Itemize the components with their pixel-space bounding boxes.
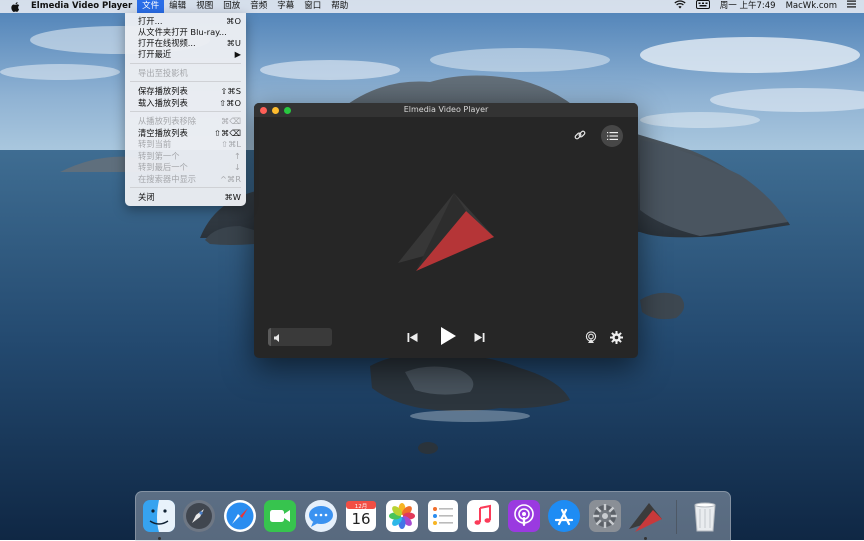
app-menu[interactable]: Elmedia Video Player [26,0,137,13]
wifi-icon[interactable] [669,0,691,13]
menu-3[interactable]: 回放 [218,0,245,13]
menu-item-label: 导出至投影机 [138,68,188,78]
menu-item-shortcut: ⌘U [226,38,241,48]
file-menu-item[interactable]: 打开... ⌘O [125,16,246,27]
menu-item-shortcut: ⇧⌘S [220,86,241,96]
calendar-month: 12月 [354,504,368,510]
file-menu-item: 转到第一个 ↑ [125,151,246,162]
system-preferences-icon[interactable] [588,499,622,533]
keyboard-input-icon[interactable] [691,0,715,13]
menu-item-shortcut: ▶ [234,49,241,59]
next-icon[interactable] [471,329,487,345]
dock: 12月 16 [135,491,731,541]
menu-item-shortcut: ↓ [234,162,241,172]
file-menu-item[interactable]: 关闭 ⌘W [125,192,246,203]
menu-1[interactable]: 编辑 [164,0,191,13]
menu-separator [130,81,241,82]
menu-7[interactable]: 帮助 [326,0,353,13]
elmedia-logo [394,189,494,271]
menu-item-label: 转到第一个 [138,151,180,161]
menu-item-shortcut: ⌘O [226,16,241,26]
finder-icon[interactable] [142,499,176,533]
menu-item-label: 载入播放列表 [138,98,188,108]
menu-0[interactable]: 文件 [137,0,165,13]
menu-item-label: 关闭 [138,192,155,202]
menu-item-label: 打开... [138,16,163,26]
player-window: Elmedia Video Player [254,103,638,358]
menu-5[interactable]: 字幕 [272,0,299,13]
settings-icon[interactable] [608,329,624,345]
file-menu-dropdown: 打开... ⌘O 从文件夹打开 Blu-ray... 打开在线视频... ⌘U 打开最近 ▶… [125,13,246,206]
menu-4[interactable]: 音频 [245,0,272,13]
menu-separator [130,187,241,188]
menu-6[interactable]: 窗口 [299,0,326,13]
launchpad-icon[interactable] [182,499,216,533]
facetime-icon[interactable] [263,499,297,533]
menu-item-label: 打开最近 [138,49,172,59]
music-icon[interactable] [466,499,500,533]
file-menu-item: 转到当前 ⇧⌘L [125,139,246,150]
menu-item-label: 转到当前 [138,139,172,149]
menu-item-label: 转到最后一个 [138,162,188,172]
file-menu-item: 在搜索器中显示 ^⌘R [125,174,246,185]
menu-item-shortcut: ↑ [234,151,241,161]
file-menu-item[interactable]: 打开最近 ▶ [125,49,246,60]
menu-separator [130,111,241,112]
previous-icon[interactable] [404,329,420,345]
menubar-clock[interactable]: 周一 上午7:49 [715,0,781,13]
menubar-site-text[interactable]: MacWk.com [781,0,842,13]
menu-item-label: 从播放列表移除 [138,116,197,126]
file-menu-item[interactable]: 清空播放列表 ⇧⌘⌫ [125,128,246,139]
play-icon[interactable] [437,325,459,347]
menu-item-label: 从文件夹打开 Blu-ray... [138,27,227,37]
menu-item-shortcut: ⇧⌘O [219,98,241,108]
link-icon[interactable] [572,127,588,143]
menu-bar: Elmedia Video Player 文件 编辑 视图 回放 音频 字幕 窗口 帮助 周一… [0,0,864,13]
dock-separator [676,500,677,534]
volume-slider[interactable] [268,328,332,346]
file-menu-item[interactable]: 载入播放列表 ⇧⌘O [125,98,246,109]
app-store-icon[interactable] [547,499,581,533]
playlist-icon[interactable] [601,125,623,147]
safari-icon[interactable] [223,499,257,533]
airplay-icon[interactable] [583,329,599,345]
messages-icon[interactable] [304,499,338,533]
apple-logo-icon[interactable] [0,0,26,13]
photos-icon[interactable] [385,499,419,533]
menu-item-label: 清空播放列表 [138,128,188,138]
file-menu-item[interactable]: 从文件夹打开 Blu-ray... [125,27,246,38]
elmedia-dock-icon[interactable] [628,499,662,533]
menu-list-icon[interactable] [842,0,864,13]
file-menu-item[interactable]: 打开在线视频... ⌘U [125,38,246,49]
calendar-icon[interactable]: 12月 16 [344,499,378,533]
calendar-day: 16 [351,510,371,528]
menu-2[interactable]: 视图 [191,0,218,13]
menu-item-shortcut: ⇧⌘⌫ [214,128,241,138]
menu-item-shortcut: ⌘W [224,192,241,202]
file-menu-item: 转到最后一个 ↓ [125,162,246,173]
menu-separator [130,63,241,64]
reminders-icon[interactable] [426,499,460,533]
menu-item-shortcut: ^⌘R [219,174,241,184]
menu-item-label: 打开在线视频... [138,38,196,48]
menu-item-shortcut: ⇧⌘L [221,139,241,149]
volume-slider-fill [268,328,272,346]
volume-icon [273,332,283,346]
menu-item-label: 在搜索器中显示 [138,174,197,184]
menu-item-label: 保存播放列表 [138,86,188,96]
podcasts-icon[interactable] [507,499,541,533]
file-menu-item[interactable]: 保存播放列表 ⇧⌘S [125,86,246,97]
trash-icon[interactable] [688,499,722,533]
menu-item-shortcut: ⌘⌫ [220,116,241,126]
file-menu-item: 导出至投影机 [125,68,246,79]
window-title: Elmedia Video Player [403,105,489,114]
file-menu-item: 从播放列表移除 ⌘⌫ [125,116,246,127]
